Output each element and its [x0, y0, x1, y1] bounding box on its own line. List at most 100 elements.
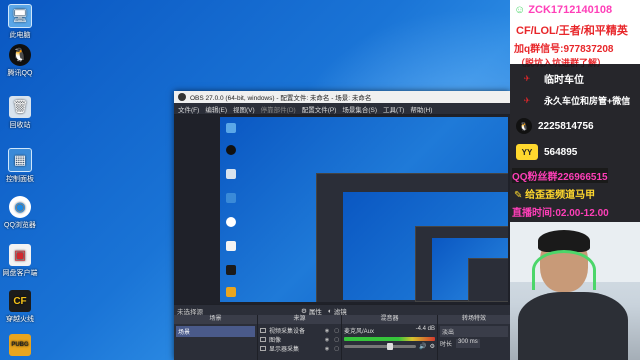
- promo-row-permanent-slot: ✈ 永久车位和房管+微信: [516, 92, 631, 108]
- obs-window[interactable]: OBS 27.0.0 (64-bit, windows) - 配置文件: 未命名…: [174, 91, 510, 360]
- camera-icon: [260, 328, 266, 333]
- promo-row-temp-slot: ✈ 临时车位: [516, 70, 584, 86]
- menu-edit[interactable]: 编辑(E): [205, 104, 227, 114]
- preview-netdisk-icon: [226, 241, 236, 251]
- monitor-icon: [260, 346, 266, 351]
- recursive-preview-level-3: [468, 258, 508, 302]
- desktop-icon-label: 穿越火线: [6, 316, 34, 323]
- source-item-image[interactable]: 图像 ◉ ▢: [260, 335, 339, 344]
- visibility-eye-icon[interactable]: ◉: [325, 328, 329, 334]
- overlay-id-line: ☺ ZCK1712140108: [514, 4, 612, 16]
- overlay-id-text: ZCK1712140108: [528, 4, 613, 16]
- recursive-preview-level-1: [316, 173, 508, 302]
- preview-recycle-bin-icon: [226, 169, 236, 179]
- desktop-icon-label: 此电脑: [9, 32, 31, 39]
- streamer-body: [518, 292, 628, 360]
- overlay-qgroup-line: 加q群信号:977837208: [514, 44, 614, 55]
- audio-level-meter: [344, 337, 435, 341]
- netdisk-icon: ▣: [9, 244, 31, 266]
- promo-panel: ✈ 临时车位 ✈ 永久车位和房管+微信 🐧 2225814756 YY 5648…: [510, 64, 640, 222]
- source-label: 图像: [269, 338, 282, 344]
- streamer-hair: [538, 230, 590, 252]
- transitions-dock: 转场特效 淡出 时长 300 ms: [438, 315, 510, 360]
- duration-label: 时长: [440, 342, 453, 348]
- visibility-eye-icon[interactable]: ◉: [325, 346, 329, 352]
- desktop-icon-crossfire[interactable]: CF 穿越火线: [2, 290, 38, 324]
- source-item-video-capture[interactable]: 视频采集设备 ◉ ▢: [260, 326, 339, 335]
- channel-note-line: ✎ 给歪歪频道马甲: [514, 186, 595, 201]
- fan-group-line: QQ粉丝群226966515: [512, 168, 608, 183]
- image-icon: [260, 337, 266, 342]
- computer-icon: 🖥: [8, 4, 32, 28]
- sources-dock: 来源 视频采集设备 ◉ ▢ 图像 ◉ ▢ 显示器采集 ◉ ▢: [258, 315, 342, 360]
- visibility-eye-icon[interactable]: ◉: [325, 337, 329, 343]
- promo-row-qq: 🐧 2225814756: [516, 118, 594, 134]
- menu-file[interactable]: 文件(F): [178, 104, 199, 114]
- recursive-canvas-level-1: [343, 192, 508, 302]
- menu-view[interactable]: 视图(V): [233, 104, 255, 114]
- promo-text: 临时车位: [544, 74, 584, 86]
- qq-icon: 🐧: [516, 118, 532, 134]
- menu-docks[interactable]: 停靠部件(D): [261, 104, 296, 114]
- mixer-level-readout: -4.4 dB: [415, 326, 435, 332]
- obs-preview-canvas[interactable]: [220, 117, 508, 302]
- desktop-icon-label: 网盘客户端: [2, 270, 38, 277]
- scenes-dock-header: 场景: [174, 315, 257, 324]
- mixer-dock-header: 混音器: [342, 315, 437, 324]
- lock-icon[interactable]: ▢: [334, 346, 339, 352]
- source-label: 显示器采集: [269, 347, 300, 353]
- promo-text: 564895: [544, 146, 578, 158]
- preview-computer-icon: [226, 123, 236, 133]
- overlay-emoji-icon: ☺: [514, 4, 526, 16]
- source-item-display-capture[interactable]: 显示器采集 ◉ ▢: [260, 344, 339, 353]
- desktop-icon-qq[interactable]: 🐧 腾讯QQ: [2, 44, 38, 78]
- control-panel-icon: ▦: [8, 148, 32, 172]
- promo-text: 永久车位和房管+微信: [544, 95, 631, 106]
- scene-item[interactable]: 场景: [176, 326, 255, 337]
- mixer-track-label: 麦克风/Aux: [344, 329, 375, 335]
- menu-scene-collection[interactable]: 场景集合(S): [342, 104, 377, 114]
- source-label: 视频采集设备: [269, 329, 306, 335]
- obs-window-title: OBS 27.0.0 (64-bit, windows) - 配置文件: 未命名…: [190, 95, 372, 102]
- menu-profile[interactable]: 配置文件(P): [302, 104, 337, 114]
- headset-icon: [532, 250, 596, 290]
- obs-preview-area: [174, 115, 510, 304]
- lock-icon[interactable]: ▢: [334, 337, 339, 343]
- plane-icon: ✈: [523, 95, 531, 105]
- gear-icon[interactable]: ⚙: [430, 343, 435, 350]
- desktop-icon-computer[interactable]: 🖥 此电脑: [2, 4, 38, 40]
- preview-qq-icon: [226, 145, 236, 155]
- volume-slider-knob[interactable]: [387, 343, 394, 350]
- obs-title-bar[interactable]: OBS 27.0.0 (64-bit, windows) - 配置文件: 未命名…: [174, 91, 510, 103]
- speaker-icon[interactable]: 🔊: [419, 343, 426, 350]
- desktop-icon-label: 腾讯QQ: [7, 70, 33, 77]
- desktop-icon-label: 回收站: [9, 122, 31, 129]
- preview-pubg-icon: [226, 287, 236, 297]
- desktop-icon-control-panel[interactable]: ▦ 控制面板: [2, 148, 38, 184]
- sources-dock-header: 来源: [258, 315, 341, 324]
- recycle-bin-icon: 🗑: [9, 96, 31, 118]
- desktop-icon-netdisk[interactable]: ▣ 网盘客户端: [2, 244, 38, 278]
- desktop-icon-recycle-bin[interactable]: 🗑 回收站: [2, 96, 38, 130]
- desktop-icon-pubg[interactable]: PUBG: [2, 334, 38, 358]
- scenes-dock: 场景 场景: [174, 315, 258, 360]
- preview-crossfire-icon: [226, 265, 236, 275]
- webcam-feed: [510, 222, 640, 360]
- transitions-dock-header: 转场特效: [438, 315, 510, 324]
- pen-icon: ✎: [514, 190, 523, 201]
- gear-icon: ⚙: [301, 308, 307, 315]
- menu-help[interactable]: 帮助(H): [410, 104, 432, 114]
- desktop-icon-label: QQ浏览器: [4, 222, 36, 229]
- transition-select[interactable]: 淡出: [440, 326, 508, 337]
- preview-qq-browser-icon: [226, 217, 236, 227]
- duration-input[interactable]: 300 ms: [456, 339, 480, 348]
- menu-tools[interactable]: 工具(T): [383, 104, 404, 114]
- plane-icon: ✈: [523, 73, 531, 83]
- lock-icon[interactable]: ▢: [334, 328, 339, 334]
- volume-slider[interactable]: [344, 343, 417, 350]
- obs-menu-bar: 文件(F) 编辑(E) 视图(V) 停靠部件(D) 配置文件(P) 场景集合(S…: [174, 103, 510, 115]
- filter-icon: ◐: [327, 307, 332, 315]
- pubg-icon: PUBG: [9, 334, 31, 356]
- recursive-preview-level-2: [415, 226, 508, 302]
- desktop-icon-qq-browser[interactable]: ◉ QQ浏览器: [2, 196, 38, 230]
